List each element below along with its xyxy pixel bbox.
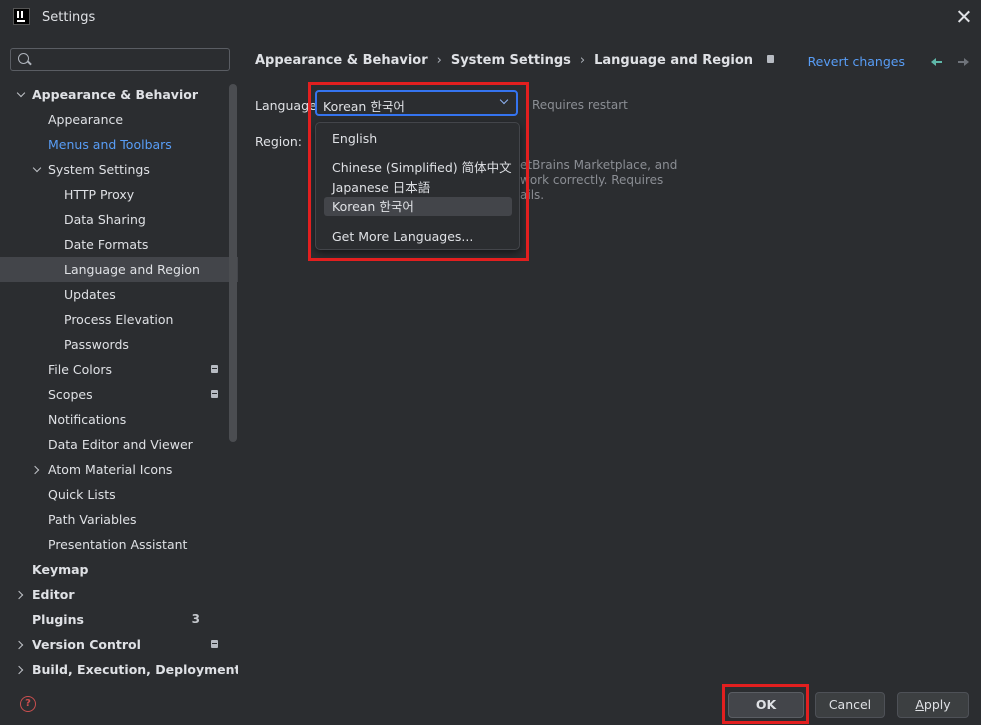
search-input[interactable]	[37, 51, 227, 68]
region-description: etBrains Marketplace, and work correctly…	[520, 158, 677, 203]
settings-tree: Appearance & Behavior Appearance Menus a…	[0, 82, 240, 682]
tree-item-label: Notifications	[48, 412, 127, 427]
breadcrumb: Appearance & Behavior › System Settings › La…	[255, 53, 775, 68]
chevron-right-icon[interactable]	[30, 465, 40, 475]
tree-item-editor[interactable]: Editor	[0, 582, 230, 607]
language-select-value: Korean 한국어	[323, 99, 405, 114]
tree-item-label: Version Control	[32, 637, 141, 652]
tree-item-atom-material-icons[interactable]: Atom Material Icons	[0, 457, 230, 482]
tree-item-label: HTTP Proxy	[64, 187, 135, 202]
tree-item-file-colors[interactable]: File Colors	[0, 357, 230, 382]
intellij-app-icon	[13, 8, 30, 25]
tree-item-appearance[interactable]: Appearance	[0, 107, 230, 132]
region-description-line: etBrains Marketplace, and	[520, 158, 678, 172]
revert-changes-link[interactable]: Revert changes	[808, 54, 905, 69]
language-dropdown-list: English Chinese (Simplified) 简体中文 Japane…	[315, 122, 520, 250]
tree-item-scopes[interactable]: Scopes	[0, 382, 230, 407]
chevron-down-icon[interactable]	[16, 88, 26, 98]
get-more-languages-option[interactable]: Get More Languages...	[324, 227, 512, 246]
requires-restart-note: Requires restart	[532, 98, 628, 112]
sidebar-scrollbar[interactable]	[229, 84, 237, 442]
tree-item-keymap[interactable]: Keymap	[0, 557, 230, 582]
chevron-right-icon[interactable]	[14, 640, 24, 650]
tree-item-path-variables[interactable]: Path Variables	[0, 507, 230, 532]
chevron-right-icon: ›	[579, 53, 586, 68]
help-icon[interactable]: ?	[20, 696, 36, 712]
tree-item-http-proxy[interactable]: HTTP Proxy	[0, 182, 230, 207]
settings-sidebar: Appearance & Behavior Appearance Menus a…	[0, 36, 240, 682]
tree-item-notifications[interactable]: Notifications	[0, 407, 230, 432]
tree-item-data-editor-viewer[interactable]: Data Editor and Viewer	[0, 432, 230, 457]
title-bar: Settings	[0, 0, 981, 36]
tree-item-plugins[interactable]: Plugins 3	[0, 607, 230, 632]
tree-item-label: Passwords	[64, 337, 129, 352]
chevron-right-icon: ›	[436, 53, 442, 68]
tree-item-label: System Settings	[48, 162, 150, 177]
tree-item-language-region[interactable]: Language and Region	[0, 257, 238, 282]
settings-search[interactable]	[10, 48, 230, 71]
tree-item-version-control[interactable]: Version Control	[0, 632, 230, 657]
ok-button[interactable]: OK	[728, 692, 804, 718]
language-option-chinese[interactable]: Chinese (Simplified) 简体中文	[324, 158, 512, 177]
forward-arrow-icon[interactable]	[957, 56, 969, 68]
tree-item-label: Editor	[32, 587, 75, 602]
tree-item-label: Scopes	[48, 387, 93, 402]
tree-item-label: Presentation Assistant	[48, 537, 188, 552]
tree-item-label: Data Sharing	[64, 212, 146, 227]
tree-item-label: Date Formats	[64, 237, 149, 252]
chevron-down-icon[interactable]	[32, 163, 42, 173]
tree-item-label: Language and Region	[64, 262, 200, 277]
tree-item-build-execution-deployment[interactable]: Build, Execution, Deployment	[0, 657, 240, 682]
breadcrumb-item[interactable]: System Settings	[451, 53, 571, 68]
tree-item-date-formats[interactable]: Date Formats	[0, 232, 230, 257]
tree-item-label: Path Variables	[48, 512, 137, 527]
tree-item-process-elevation[interactable]: Process Elevation	[0, 307, 230, 332]
chevron-down-icon	[499, 95, 509, 105]
tree-item-label: Atom Material Icons	[48, 462, 173, 477]
tree-item-label: Data Editor and Viewer	[48, 437, 193, 452]
tree-item-menus-toolbars[interactable]: Menus and Toolbars	[0, 132, 230, 157]
tree-item-label: Menus and Toolbars	[48, 137, 172, 152]
tree-item-passwords[interactable]: Passwords	[0, 332, 230, 357]
tree-item-updates[interactable]: Updates	[0, 282, 230, 307]
language-option-korean[interactable]: Korean 한국어	[324, 197, 512, 216]
close-icon[interactable]	[953, 6, 975, 28]
plugins-count-badge: 3	[191, 612, 200, 626]
apply-button[interactable]: Apply	[897, 692, 969, 718]
tree-item-label: Appearance & Behavior	[32, 87, 198, 102]
project-level-icon	[211, 640, 218, 648]
chevron-right-icon[interactable]	[14, 590, 24, 600]
language-select[interactable]: Korean 한국어	[315, 90, 518, 116]
tree-item-label: File Colors	[48, 362, 113, 377]
window-title: Settings	[42, 10, 96, 25]
tree-item-appearance-behavior[interactable]: Appearance & Behavior	[0, 82, 230, 107]
tree-item-quick-lists[interactable]: Quick Lists	[0, 482, 230, 507]
language-option-japanese[interactable]: Japanese 日本語	[324, 178, 512, 197]
back-arrow-icon[interactable]	[931, 56, 943, 68]
tree-item-label: Process Elevation	[64, 312, 174, 327]
region-description-line: work correctly. Requires	[520, 173, 664, 187]
project-level-icon	[211, 390, 218, 398]
project-level-icon	[767, 55, 775, 63]
tree-item-label: Appearance	[48, 112, 124, 127]
language-option-english[interactable]: English	[324, 129, 512, 148]
language-label: Language:	[255, 98, 321, 113]
chevron-right-icon[interactable]	[14, 665, 24, 675]
breadcrumb-item[interactable]: Appearance & Behavior	[255, 53, 428, 68]
tree-item-data-sharing[interactable]: Data Sharing	[0, 207, 230, 232]
project-level-icon	[211, 365, 218, 373]
cancel-button[interactable]: Cancel	[815, 692, 885, 718]
tree-item-label: Build, Execution, Deployment	[32, 662, 241, 677]
tree-item-presentation-assistant[interactable]: Presentation Assistant	[0, 532, 230, 557]
region-label: Region:	[255, 134, 303, 149]
tree-item-system-settings[interactable]: System Settings	[0, 157, 230, 182]
tree-item-label: Keymap	[32, 562, 89, 577]
breadcrumb-item: Language and Region	[594, 53, 754, 68]
tree-item-label: Updates	[64, 287, 116, 302]
region-description-line: ails.	[520, 188, 545, 202]
tree-item-label: Plugins	[32, 612, 84, 627]
search-icon	[18, 53, 29, 64]
tree-item-label: Quick Lists	[48, 487, 116, 502]
